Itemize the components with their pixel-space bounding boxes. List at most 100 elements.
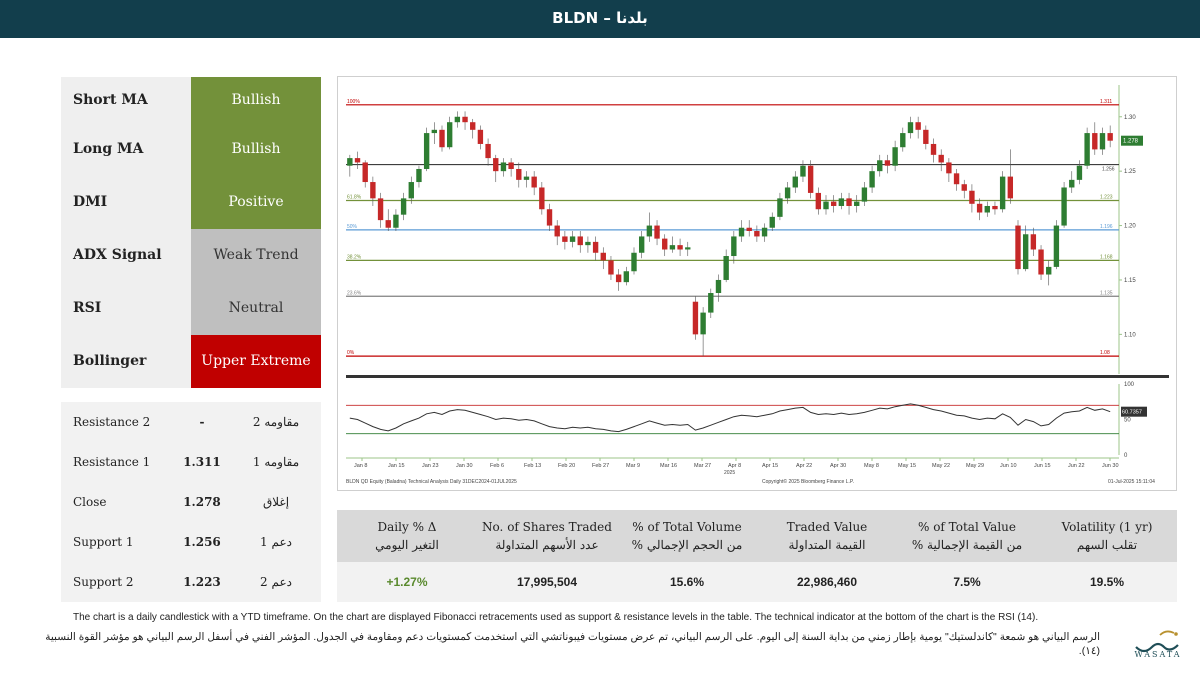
candle-body: [539, 187, 545, 210]
x-tick-label: May 22: [932, 463, 950, 469]
chart-footer-center: Copyright© 2025 Bloomberg Finance L.P.: [762, 478, 854, 485]
candle-body: [416, 168, 422, 183]
candle-body: [600, 252, 606, 261]
fib-pct-label: 0%: [347, 350, 355, 356]
levels-table: Resistance 2 - مقاومه 2 Resistance 1 1.3…: [61, 402, 321, 602]
candle-body: [569, 236, 576, 242]
level-name-ar: مقاومه 1: [252, 455, 300, 469]
candle-body: [677, 245, 683, 250]
stat-traded-value: 22,986,460: [796, 575, 858, 589]
candle-body: [884, 160, 891, 166]
level-name-ar: مقاومه 2: [252, 415, 300, 429]
x-tick-label: Apr 30: [830, 463, 846, 469]
x-tick-label: Jun 30: [1102, 463, 1119, 469]
chart-footer-right: 01-Jul-2025 15:11:04: [1108, 479, 1155, 485]
candle-body: [431, 129, 438, 134]
stats-header-en: Volatility (1 yr): [1061, 520, 1153, 534]
stats-header-ar: % من الحجم الإجمالي: [631, 538, 743, 552]
candle-body: [370, 182, 376, 199]
candle-body: [1076, 165, 1083, 180]
candle-body: [969, 190, 975, 204]
candle-body: [838, 198, 845, 206]
signal-value: Positive: [191, 176, 321, 229]
candle-body: [823, 201, 829, 210]
candle-body: [800, 165, 806, 177]
chart-footer-left: BLDN QD Equity (Baladna) Technical Analy…: [346, 479, 517, 485]
candle-body: [938, 154, 944, 163]
candle-body: [1061, 187, 1067, 226]
candle-body: [1053, 225, 1060, 267]
candle-body: [915, 122, 921, 130]
signal-value: Bullish: [191, 77, 321, 123]
candle-body: [408, 182, 414, 199]
stats-values-row: +1.27% 17,995,504 15.6% 22,986,460 7.5% …: [337, 562, 1177, 602]
candle-body: [485, 143, 491, 159]
signal-label: RSI: [61, 282, 191, 335]
signal-label: Long MA: [61, 123, 191, 176]
candle-body: [892, 147, 898, 166]
candle-body: [393, 214, 399, 228]
candle-body: [362, 162, 368, 183]
level-name: Resistance 2: [73, 415, 151, 429]
fib-value-label: 1.311: [1100, 99, 1112, 105]
candle-body: [1022, 234, 1029, 270]
candle-body: [454, 116, 461, 123]
level-name-ar: دعم 2: [260, 575, 292, 589]
x-tick-label: Feb 13: [524, 463, 541, 469]
candle-body: [546, 209, 553, 226]
candle-body: [585, 241, 591, 246]
y-tick-label: 1.10: [1124, 332, 1136, 338]
x-tick-label: Jun 10: [1000, 463, 1017, 469]
candle-body: [1092, 133, 1098, 150]
x-tick-label: Apr 8: [728, 463, 741, 469]
candle-body: [784, 187, 791, 199]
candle-body: [685, 247, 691, 250]
candle-body: [347, 158, 353, 166]
x-tick-label: Feb 6: [490, 463, 504, 469]
stat-volatility: 19.5%: [1089, 575, 1125, 589]
candle-body: [792, 176, 798, 188]
candle-body: [900, 133, 906, 148]
rsi-tick-label: 100: [1124, 382, 1135, 388]
signal-row: RSI Neutral: [61, 282, 321, 335]
signal-label: DMI: [61, 176, 191, 229]
page-title: BLDN – بلدنا: [552, 9, 648, 27]
candle-body: [761, 227, 768, 237]
signal-row: ADX Signal Weak Trend: [61, 229, 321, 282]
x-tick-label: Feb 20: [558, 463, 575, 469]
signal-value: Bullish: [191, 123, 321, 176]
candle-body: [846, 198, 852, 206]
y-tick-label: 1.30: [1124, 115, 1136, 121]
candle-body: [731, 236, 737, 257]
stats-header-en: Traded Value: [786, 520, 868, 534]
stats-header: % of Total Volume % من الحجم الإجمالي: [617, 510, 757, 562]
candle-body: [746, 227, 752, 231]
candle-body: [385, 220, 391, 228]
candle-body: [708, 293, 714, 313]
candle-body: [869, 171, 875, 188]
x-tick-label: Mar 16: [660, 463, 677, 469]
x-tick-label: Jan 15: [388, 463, 405, 469]
x-tick-label: Jun 22: [1068, 463, 1085, 469]
x-year-label: 2025: [724, 470, 735, 476]
stats-header-en: No. of Shares Traded: [482, 520, 612, 534]
stats-header-ar: تقلب السهم: [1076, 538, 1138, 552]
candle-body: [754, 231, 760, 237]
level-name: Support 1: [73, 535, 134, 549]
candle-body: [531, 176, 537, 188]
level-name-ar: إغلاق: [262, 495, 290, 509]
candle-body: [646, 225, 653, 237]
level-row: Close 1.278 إغلاق: [61, 482, 321, 522]
level-name: Support 2: [73, 575, 134, 589]
fib-value-label: 1.196: [1100, 224, 1113, 230]
candle-body: [608, 260, 614, 275]
candle-body: [815, 192, 822, 210]
y-tick-label: 1.15: [1124, 278, 1136, 284]
signal-row: Short MA Bullish: [61, 77, 321, 123]
level-name: Close: [73, 495, 107, 509]
candle-body: [1069, 179, 1075, 188]
stats-header-ar: القيمة المتداولة: [788, 538, 866, 552]
x-tick-label: Jan 23: [422, 463, 439, 469]
stats-header-ar: % من القيمة الإجمالية: [911, 538, 1023, 552]
candle-body: [400, 198, 407, 215]
